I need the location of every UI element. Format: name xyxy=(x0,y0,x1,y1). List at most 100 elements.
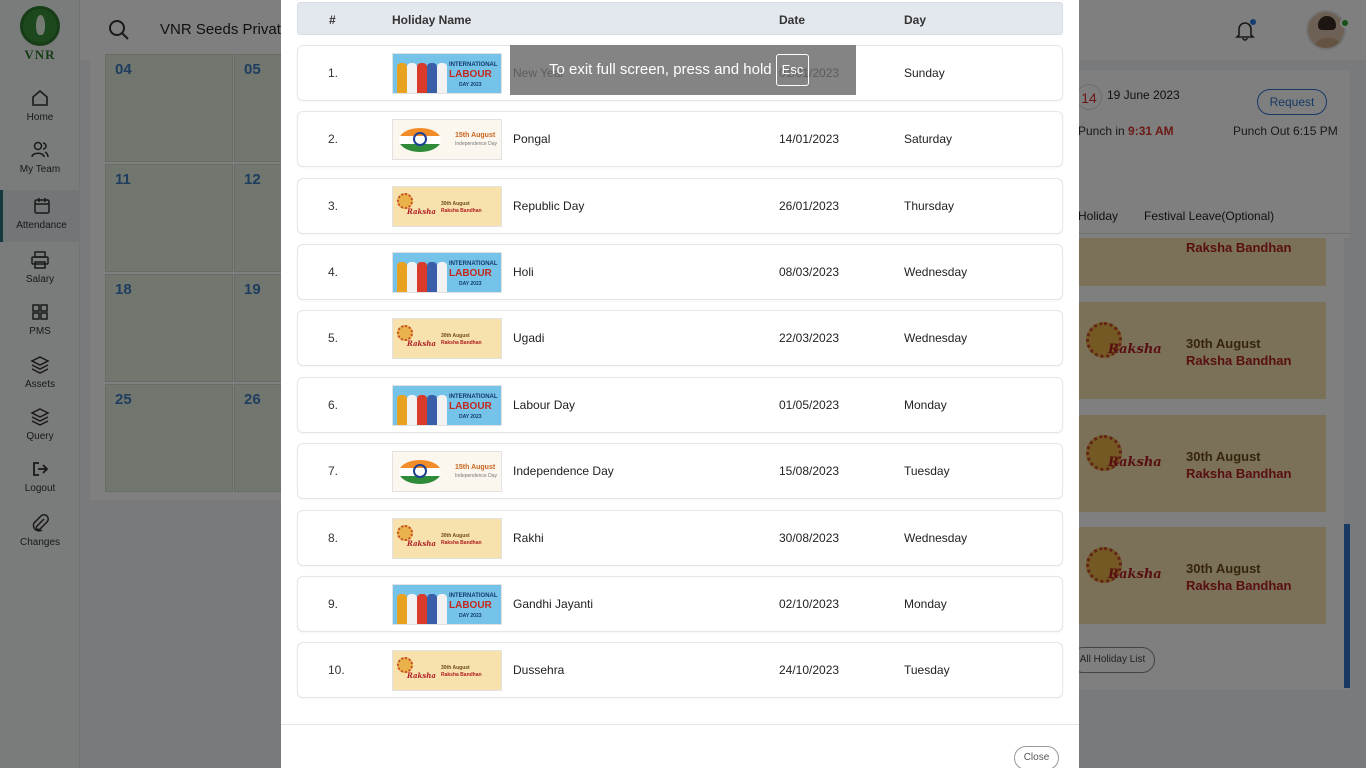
labour-day-banner-image: INTERNATIONAL LABOUR DAY 2023 xyxy=(392,584,502,625)
fullscreen-notice: To exit full screen, press and hold Esc xyxy=(510,45,856,95)
row-number: 3. xyxy=(328,199,339,213)
worker-figure xyxy=(397,395,407,425)
chakra-icon xyxy=(413,132,427,146)
holiday-day: Monday xyxy=(904,398,947,412)
worker-figure xyxy=(417,63,427,93)
worker-figure xyxy=(397,594,407,624)
row-number: 5. xyxy=(328,331,339,345)
banner-text: 30th August xyxy=(441,665,470,671)
banner-script: Raksha xyxy=(407,207,436,216)
holiday-name: Ugadi xyxy=(513,331,545,345)
worker-figure xyxy=(437,262,447,292)
banner-script: Raksha xyxy=(407,671,436,680)
banner-text: Raksha Bandhan xyxy=(441,340,482,346)
worker-figure xyxy=(407,594,417,624)
row-number: 7. xyxy=(328,464,339,478)
holiday-name: Holi xyxy=(513,265,534,279)
worker-figure xyxy=(437,63,447,93)
worker-figure xyxy=(407,395,417,425)
banner-text: Raksha Bandhan xyxy=(441,208,482,214)
independence-day-banner-image: 15th August Independence Day xyxy=(392,119,502,160)
column-header-date: Date xyxy=(779,13,806,27)
independence-day-banner-image: 15th August Independence Day xyxy=(392,451,502,492)
holiday-name: Independence Day xyxy=(513,464,614,478)
holiday-day: Thursday xyxy=(904,199,955,213)
raksha-bandhan-banner-image: Raksha 30th August Raksha Bandhan xyxy=(392,650,502,691)
holiday-date: 26/01/2023 xyxy=(779,199,840,213)
holiday-date: 22/03/2023 xyxy=(779,331,840,345)
banner-script: Raksha xyxy=(407,539,436,548)
table-row: 5. Raksha 30th August Raksha Bandhan Ugadi 22… xyxy=(297,310,1063,366)
banner-text: 30th August xyxy=(441,333,470,339)
row-number: 10. xyxy=(328,663,345,677)
banner-text: LABOUR xyxy=(449,401,492,412)
banner-text: 15th August xyxy=(455,464,496,471)
column-header-holiday-name: Holiday Name xyxy=(392,13,472,27)
worker-figure xyxy=(427,395,437,425)
worker-figure xyxy=(427,594,437,624)
table-row: 9. INTERNATIONAL LABOUR DAY 2023 Gandhi Jaya… xyxy=(297,576,1063,632)
table-row: 8. Raksha 30th August Raksha Bandhan Rakhi 30… xyxy=(297,510,1063,566)
banner-text: 30th August xyxy=(441,201,470,207)
banner-text: 15th August xyxy=(455,132,496,139)
holiday-day: Tuesday xyxy=(904,464,950,478)
table-row: 2. 15th August Independence Day Pongal 14/01… xyxy=(297,111,1063,167)
worker-figure xyxy=(417,594,427,624)
table-row: 6. INTERNATIONAL LABOUR DAY 2023 Labour Day 0… xyxy=(297,377,1063,433)
row-number: 8. xyxy=(328,531,339,545)
worker-figure xyxy=(407,63,417,93)
holiday-name: Dussehra xyxy=(513,663,565,677)
holiday-day: Wednesday xyxy=(904,531,968,545)
worker-figure xyxy=(437,594,447,624)
table-row: 4. INTERNATIONAL LABOUR DAY 2023 Holi 08/03/2… xyxy=(297,244,1063,300)
holiday-date: 02/10/2023 xyxy=(779,597,840,611)
column-header-number: # xyxy=(329,13,336,27)
row-number: 6. xyxy=(328,398,339,412)
banner-text: DAY 2023 xyxy=(459,82,482,88)
holiday-date: 14/01/2023 xyxy=(779,132,840,146)
holiday-date: 01/05/2023 xyxy=(779,398,840,412)
holiday-day: Monday xyxy=(904,597,947,611)
holiday-name: Rakhi xyxy=(513,531,544,545)
table-row: 7. 15th August Independence Day Independenc… xyxy=(297,443,1063,499)
banner-text: Raksha Bandhan xyxy=(441,540,482,546)
worker-figure xyxy=(417,395,427,425)
holiday-day: Sunday xyxy=(904,66,945,80)
worker-figure xyxy=(417,262,427,292)
worker-figure xyxy=(407,262,417,292)
holiday-date: 30/08/2023 xyxy=(779,531,840,545)
banner-text: DAY 2023 xyxy=(459,414,482,420)
banner-text: LABOUR xyxy=(449,69,492,80)
holiday-day: Saturday xyxy=(904,132,953,146)
column-header-day: Day xyxy=(904,13,927,27)
chakra-icon xyxy=(413,464,427,478)
close-button[interactable]: Close xyxy=(1014,746,1059,768)
holiday-date: 08/03/2023 xyxy=(779,265,840,279)
banner-text: Independence Day xyxy=(455,473,497,479)
table-row: 10. Raksha 30th August Raksha Bandhan Dusseh… xyxy=(297,642,1063,698)
banner-text: INTERNATIONAL xyxy=(449,394,498,400)
esc-key-hint: Esc xyxy=(776,54,809,86)
worker-figure xyxy=(427,63,437,93)
holiday-name: Labour Day xyxy=(513,398,576,412)
banner-text: INTERNATIONAL xyxy=(449,62,498,68)
holiday-day: Wednesday xyxy=(904,331,968,345)
table-row: 3. Raksha 30th August Raksha Bandhan Republi… xyxy=(297,178,1063,234)
row-number: 9. xyxy=(328,597,339,611)
banner-text: LABOUR xyxy=(449,268,492,279)
worker-figure xyxy=(397,262,407,292)
holiday-list-modal: # Holiday Name Date Day 1. INTERNATIONAL L… xyxy=(281,0,1079,768)
worker-figure xyxy=(437,395,447,425)
labour-day-banner-image: INTERNATIONAL LABOUR DAY 2023 xyxy=(392,53,502,94)
worker-figure xyxy=(397,63,407,93)
banner-script: Raksha xyxy=(407,339,436,348)
worker-figure xyxy=(427,262,437,292)
modal-footer-divider xyxy=(281,724,1079,725)
row-number: 4. xyxy=(328,265,339,279)
labour-day-banner-image: INTERNATIONAL LABOUR DAY 2023 xyxy=(392,252,502,293)
row-number: 2. xyxy=(328,132,339,146)
banner-text: INTERNATIONAL xyxy=(449,593,498,599)
raksha-bandhan-banner-image: Raksha 30th August Raksha Bandhan xyxy=(392,518,502,559)
banner-text: INTERNATIONAL xyxy=(449,261,498,267)
holiday-name: Pongal xyxy=(513,132,551,146)
